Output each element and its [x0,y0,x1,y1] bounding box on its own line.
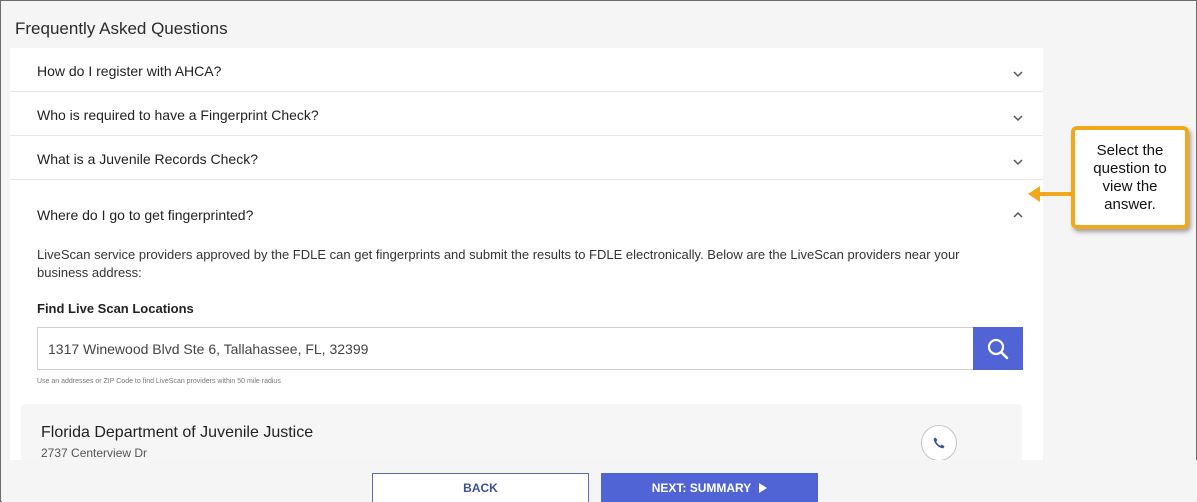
faq-question-label: How do I register with AHCA? [37,63,222,79]
next-button-label: NEXT: SUMMARY [651,481,752,495]
chevron-down-icon[interactable] [1011,155,1025,169]
faq-question-label: Who is required to have a Fingerprint Ch… [37,107,319,123]
chevron-down-icon[interactable] [1011,111,1025,125]
callout-arrow [1028,186,1072,202]
app-frame: Frequently Asked Questions How do I regi… [0,0,1197,502]
page-title: Frequently Asked Questions [15,19,228,38]
faq-question-label: What is a Juvenile Records Check? [37,151,258,167]
faq-accordion: How do I register with AHCA? Who is requ… [10,48,1043,460]
location-name: Florida Department of Juvenile Justice [41,424,314,441]
call-button[interactable] [921,425,957,460]
faq-item-juvenile-records[interactable]: What is a Juvenile Records Check? [10,136,1043,180]
callout-text: Select the question to view the answer. [1093,141,1167,213]
search-icon [987,338,1009,359]
phone-icon [933,437,945,449]
play-icon [759,483,768,493]
faq-question-label: Where do I go to get fingerprinted? [37,207,254,223]
back-button[interactable]: BACK [372,473,589,502]
find-locations-label: Find Live Scan Locations [37,301,194,316]
next-summary-button[interactable]: NEXT: SUMMARY [601,473,818,502]
instruction-callout: Select the question to view the answer. [1071,126,1189,229]
search-button[interactable] [973,327,1023,370]
footer-bar [2,460,1197,502]
search-hint: Use an addresses or ZIP Code to find Liv… [37,378,281,385]
address-search-input[interactable] [37,327,973,370]
faq-item-register[interactable]: How do I register with AHCA? [10,48,1043,92]
faq-answer-text: LiveScan service providers approved by t… [37,247,960,280]
chevron-up-icon[interactable] [1011,208,1025,222]
faq-item-fingerprint-check[interactable]: Who is required to have a Fingerprint Ch… [10,92,1043,136]
location-result-card: Florida Department of Juvenile Justice 2… [21,404,1022,460]
location-address: 2737 Centerview Dr [41,446,148,460]
chevron-down-icon[interactable] [1011,67,1025,81]
